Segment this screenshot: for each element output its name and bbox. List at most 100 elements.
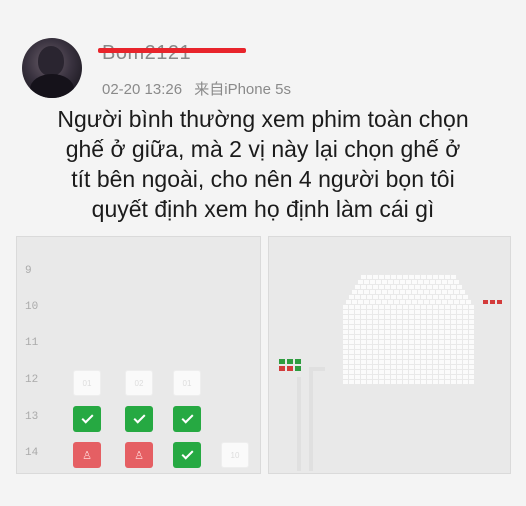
hall-seat — [379, 370, 384, 374]
hall-seat — [385, 380, 390, 384]
hall-seat — [421, 365, 426, 369]
overview-sold-seat — [490, 300, 495, 304]
hall-seat — [421, 370, 426, 374]
seat-empty[interactable]: 01 — [173, 370, 201, 396]
seat-sold: ♙ — [125, 442, 153, 468]
hall-seat — [367, 375, 372, 379]
hall-seat — [388, 280, 393, 284]
hall-seat — [445, 330, 450, 334]
hall-seat — [349, 335, 354, 339]
hall-seat — [445, 305, 450, 309]
hall-seat — [361, 285, 366, 289]
hall-seat — [451, 375, 456, 379]
hall-seat — [394, 280, 399, 284]
hall-seat — [415, 330, 420, 334]
avatar[interactable] — [22, 38, 82, 98]
hall-seat — [421, 340, 426, 344]
seat-selected[interactable] — [173, 406, 201, 432]
hall-seat — [361, 380, 366, 384]
hall-seat — [379, 355, 384, 359]
hall-seat — [403, 350, 408, 354]
hall-seat-grid — [303, 261, 510, 471]
hall-seat — [427, 275, 432, 279]
hall-seat — [391, 360, 396, 364]
hall-seat — [364, 280, 369, 284]
hall-seat — [409, 310, 414, 314]
hall-seat — [403, 380, 408, 384]
hall-seat — [385, 345, 390, 349]
hall-seat — [349, 305, 354, 309]
hall-seat — [373, 380, 378, 384]
hall-seat — [361, 305, 366, 309]
post-text-line: tít bên ngoài, cho nên 4 người bọn tôi — [71, 166, 455, 192]
seat-map-overview — [268, 236, 511, 474]
row-number: 13 — [25, 411, 39, 423]
post-header: Bom2121 02-20 13:26 来自iPhone 5s — [22, 38, 502, 108]
hall-seat — [463, 310, 468, 314]
hall-seat — [373, 340, 378, 344]
hall-seat — [403, 355, 408, 359]
hall-seat — [445, 375, 450, 379]
hall-seat — [433, 375, 438, 379]
hall-seat — [451, 310, 456, 314]
hall-seat — [445, 315, 450, 319]
hall-seat — [469, 370, 474, 374]
hall-seat — [343, 340, 348, 344]
hall-seat — [367, 365, 372, 369]
hall-seat — [466, 300, 471, 304]
hall-seat — [367, 330, 372, 334]
username[interactable]: Bom2121 — [102, 42, 191, 65]
hall-seat — [379, 345, 384, 349]
hall-seat — [373, 275, 378, 279]
hall-seat — [427, 350, 432, 354]
hall-seat — [409, 370, 414, 374]
seat-empty[interactable]: 10 — [221, 442, 249, 468]
hall-seat — [397, 335, 402, 339]
hall-seat — [451, 335, 456, 339]
seat-selected[interactable] — [125, 406, 153, 432]
hall-seat — [451, 360, 456, 364]
hall-wall — [297, 377, 301, 471]
hall-seat — [406, 280, 411, 284]
hall-seat — [409, 350, 414, 354]
hall-seat — [385, 320, 390, 324]
hall-seat — [439, 350, 444, 354]
hall-seat — [361, 370, 366, 374]
hall-seat — [421, 320, 426, 324]
hall-seat — [391, 370, 396, 374]
hall-seat — [409, 345, 414, 349]
hall-seat — [403, 365, 408, 369]
hall-seat — [409, 295, 414, 299]
hall-seat — [391, 325, 396, 329]
hall-seat — [379, 310, 384, 314]
hall-seat — [412, 280, 417, 284]
hall-seat — [409, 335, 414, 339]
hall-seat — [343, 315, 348, 319]
seat-empty[interactable]: 02 — [125, 370, 153, 396]
hall-seat — [370, 300, 375, 304]
hall-seat — [409, 275, 414, 279]
hall-seat — [424, 280, 429, 284]
hall-seat — [391, 350, 396, 354]
hall-seat — [457, 380, 462, 384]
hall-seat — [445, 275, 450, 279]
seat-empty[interactable]: 01 — [73, 370, 101, 396]
seat-label: 02 — [134, 378, 144, 388]
hall-seat — [397, 305, 402, 309]
hall-seat — [361, 355, 366, 359]
seat-selected[interactable] — [173, 442, 201, 468]
hall-seat — [469, 355, 474, 359]
row-number: 12 — [25, 374, 39, 386]
hall-seat — [397, 310, 402, 314]
hall-seat — [469, 330, 474, 334]
hall-seat — [457, 330, 462, 334]
hall-seat — [373, 355, 378, 359]
hall-seat — [463, 355, 468, 359]
hall-seat — [343, 310, 348, 314]
hall-seat — [469, 360, 474, 364]
hall-seat — [469, 305, 474, 309]
hall-seat — [415, 335, 420, 339]
hall-seat — [430, 290, 435, 294]
seat-selected[interactable] — [73, 406, 101, 432]
hall-seat — [415, 275, 420, 279]
